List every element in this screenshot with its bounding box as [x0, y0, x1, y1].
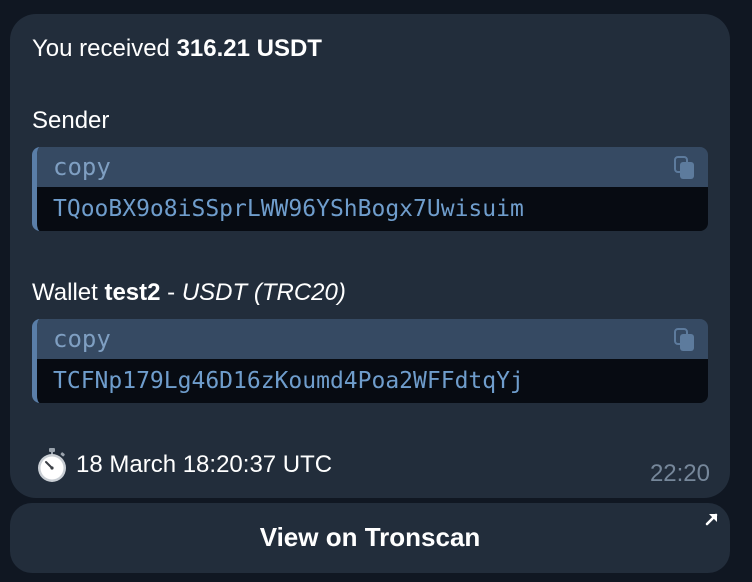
- external-link-arrow-icon: [705, 513, 718, 526]
- sender-code-header: copy: [37, 147, 708, 187]
- received-amount: 316.21 USDT: [176, 35, 322, 62]
- message-bubble: You received 316.21 USDT Sender copy TQo…: [10, 14, 730, 498]
- sender-code-lang: copy: [53, 153, 111, 181]
- received-line: You received 316.21 USDT: [32, 34, 322, 64]
- wallet-code-lang: copy: [53, 325, 111, 353]
- wallet-code-block[interactable]: copy TCFNp179Lg46D16zKoumd4Poa2WFFdtqYj: [32, 319, 708, 403]
- wallet-name: test2: [104, 279, 161, 306]
- view-on-tronscan-button[interactable]: View on Tronscan: [10, 503, 730, 573]
- message-time: 22:20: [649, 460, 710, 487]
- copy-icon[interactable]: [674, 328, 696, 352]
- copy-icon[interactable]: [674, 156, 696, 180]
- wallet-prefix: Wallet: [32, 279, 105, 306]
- received-prefix: You received: [32, 35, 177, 62]
- sender-label: Sender: [32, 107, 110, 134]
- wallet-code-header: copy: [37, 319, 708, 359]
- sender-code-body: TQooBX9o8iSSprLWW96YShBogx7Uwisuim: [37, 187, 708, 231]
- view-on-tronscan-label: View on Tronscan: [259, 522, 481, 552]
- wallet-network: USDT (TRC20): [181, 279, 346, 306]
- wallet-address[interactable]: TCFNp179Lg46D16zKoumd4Poa2WFFdtqYj: [53, 366, 524, 396]
- stopwatch-icon: [38, 448, 66, 482]
- sender-address[interactable]: TQooBX9o8iSSprLWW96YShBogx7Uwisuim: [53, 194, 524, 224]
- sender-code-block[interactable]: copy TQooBX9o8iSSprLWW96YShBogx7Uwisuim: [32, 147, 708, 231]
- wallet-separator: -: [160, 279, 182, 306]
- timestamp: 18 March 18:20:37 UTC: [76, 451, 333, 478]
- wallet-line: Wallet test2 - USDT (TRC20): [32, 278, 346, 308]
- wallet-code-body: TCFNp179Lg46D16zKoumd4Poa2WFFdtqYj: [37, 359, 708, 403]
